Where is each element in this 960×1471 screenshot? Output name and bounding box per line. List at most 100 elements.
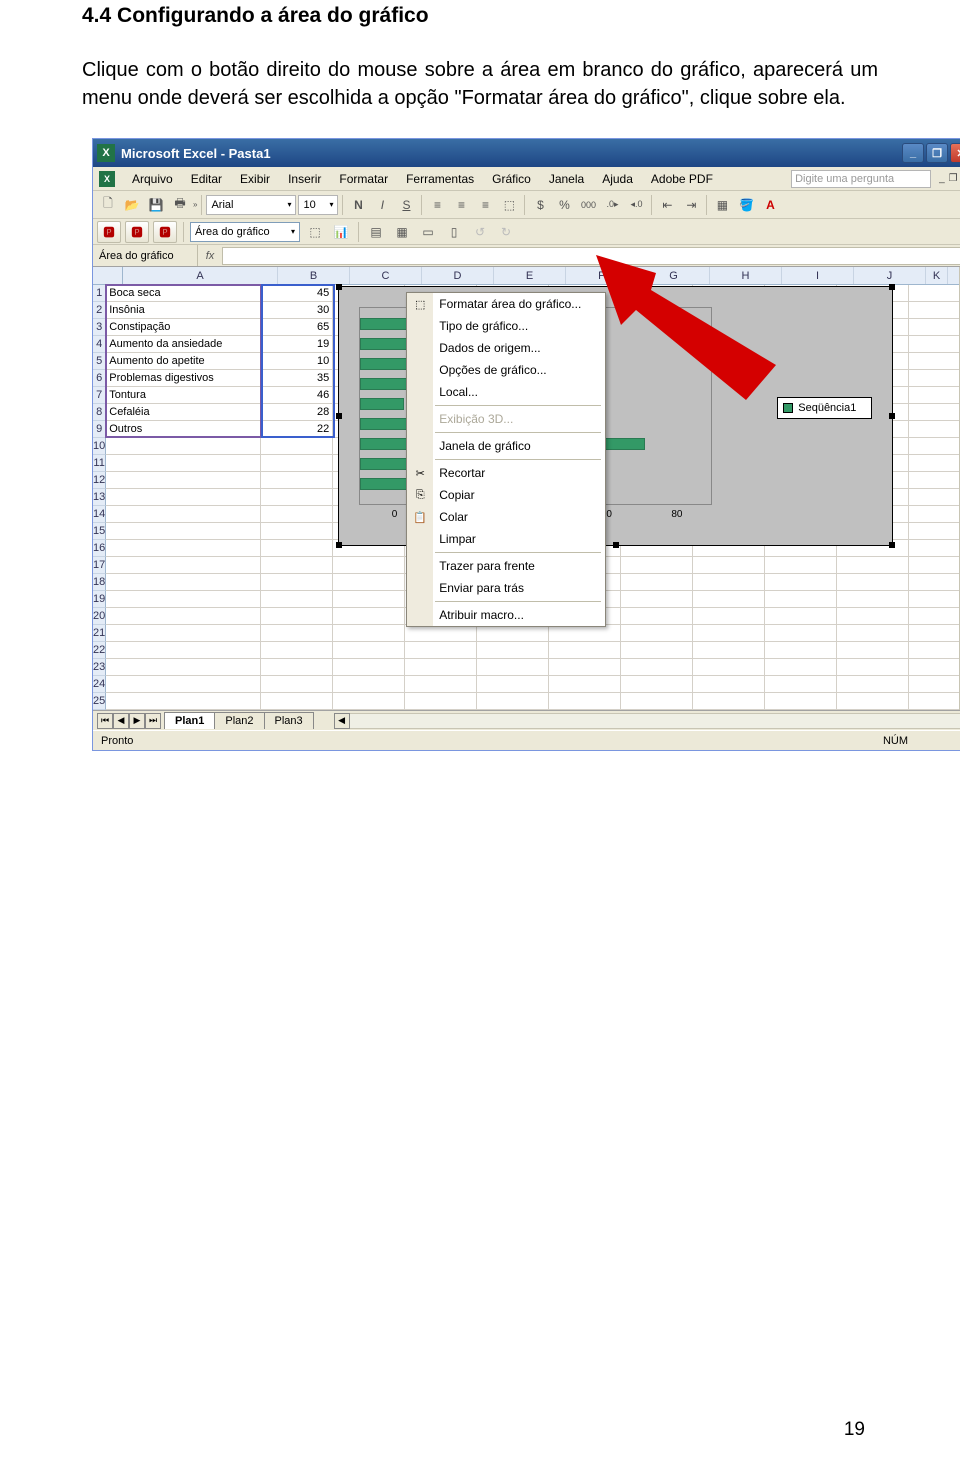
cell[interactable] — [765, 591, 837, 608]
cell[interactable] — [106, 659, 261, 676]
data-table-icon[interactable]: ▦ — [391, 221, 413, 243]
col-header-e[interactable]: E — [494, 267, 566, 284]
tab-nav-prev-icon[interactable]: ◀ — [113, 713, 129, 729]
cell[interactable] — [333, 676, 405, 693]
cell[interactable] — [909, 421, 960, 438]
col-header-g[interactable]: G — [638, 267, 710, 284]
cell[interactable] — [909, 336, 960, 353]
col-header-k[interactable]: K — [926, 267, 948, 284]
cell[interactable] — [765, 676, 837, 693]
menu-ferramentas[interactable]: Ferramentas — [397, 169, 483, 189]
row-header[interactable]: 3 — [93, 319, 106, 336]
cm-clear[interactable]: Limpar — [407, 528, 605, 550]
row-header[interactable]: 13 — [93, 489, 106, 506]
cell[interactable] — [549, 642, 621, 659]
cell[interactable] — [261, 438, 333, 455]
ask-question-box[interactable]: Digite uma pergunta — [791, 170, 931, 188]
font-name-select[interactable]: Arial▾ — [206, 195, 296, 215]
row-header[interactable]: 4 — [93, 336, 106, 353]
close-button[interactable]: ✕ — [950, 143, 960, 163]
minimize-button[interactable]: _ — [902, 143, 924, 163]
merge-icon[interactable]: ⬚ — [498, 194, 520, 216]
row-header[interactable]: 14 — [93, 506, 106, 523]
by-column-icon[interactable]: ▯ — [443, 221, 465, 243]
cell[interactable] — [549, 625, 621, 642]
cell[interactable]: 65 — [261, 319, 333, 336]
cell[interactable] — [909, 506, 960, 523]
cell[interactable] — [106, 455, 261, 472]
align-center-icon[interactable]: ≡ — [450, 194, 472, 216]
cell[interactable] — [693, 642, 765, 659]
cell[interactable] — [765, 693, 837, 710]
cell[interactable]: 30 — [261, 302, 333, 319]
cell[interactable] — [909, 387, 960, 404]
cell[interactable] — [909, 438, 960, 455]
cell[interactable] — [261, 591, 333, 608]
cell[interactable]: Problemas digestivos — [106, 370, 261, 387]
col-header-b[interactable]: B — [278, 267, 350, 284]
cell[interactable] — [549, 676, 621, 693]
cell[interactable] — [693, 693, 765, 710]
col-header-d[interactable]: D — [422, 267, 494, 284]
increase-decimal-icon[interactable]: .0▸ — [601, 194, 623, 216]
cm-location[interactable]: Local... — [407, 381, 605, 403]
cell[interactable] — [693, 574, 765, 591]
cell[interactable] — [765, 574, 837, 591]
cell[interactable] — [333, 642, 405, 659]
currency-icon[interactable]: $ — [529, 194, 551, 216]
menu-formatar[interactable]: Formatar — [330, 169, 397, 189]
col-header-j[interactable]: J — [854, 267, 926, 284]
cell[interactable] — [477, 659, 549, 676]
row-header[interactable]: 25 — [93, 693, 106, 710]
tab-nav-first-icon[interactable]: ⏮ — [97, 713, 113, 729]
row-header[interactable]: 16 — [93, 540, 106, 557]
sheet-tab-plan2[interactable]: Plan2 — [214, 712, 264, 729]
cm-chart-window[interactable]: Janela de gráfico — [407, 435, 605, 457]
cell[interactable] — [621, 676, 693, 693]
row-header[interactable]: 15 — [93, 523, 106, 540]
maximize-button[interactable]: ❐ — [926, 143, 948, 163]
cell[interactable] — [909, 557, 960, 574]
cm-bring-front[interactable]: Trazer para frente — [407, 555, 605, 577]
select-all-button[interactable] — [93, 267, 123, 284]
cell[interactable] — [837, 574, 909, 591]
cm-chart-type[interactable]: Tipo de gráfico... — [407, 315, 605, 337]
cell[interactable]: Aumento do apetite — [106, 353, 261, 370]
cell[interactable] — [693, 625, 765, 642]
open-icon[interactable]: 📂 — [121, 194, 143, 216]
cell[interactable] — [261, 693, 333, 710]
font-color-icon[interactable]: A — [759, 194, 781, 216]
cell[interactable] — [261, 540, 333, 557]
angle-cw-icon[interactable]: ↻ — [495, 221, 517, 243]
pdf-convert-icon[interactable]: 🅿 — [97, 221, 121, 243]
cell[interactable]: 45 — [261, 285, 333, 302]
cm-send-back[interactable]: Enviar para trás — [407, 577, 605, 599]
cell[interactable] — [333, 608, 405, 625]
row-header[interactable]: 8 — [93, 404, 106, 421]
italic-icon[interactable]: I — [371, 194, 393, 216]
cell[interactable] — [909, 642, 960, 659]
doc-restore-button[interactable]: ❐ — [949, 173, 958, 184]
cell[interactable] — [693, 676, 765, 693]
by-row-icon[interactable]: ▭ — [417, 221, 439, 243]
scroll-left-icon[interactable]: ◀ — [334, 713, 350, 729]
cell[interactable] — [621, 557, 693, 574]
row-header[interactable]: 24 — [93, 676, 106, 693]
cell[interactable] — [333, 591, 405, 608]
cell[interactable]: Boca seca — [106, 285, 261, 302]
new-icon[interactable]: 🗋 — [97, 194, 119, 216]
col-header-a[interactable]: A — [123, 267, 278, 284]
cell[interactable] — [693, 591, 765, 608]
increase-indent-icon[interactable]: ⇥ — [680, 194, 702, 216]
cell[interactable] — [333, 659, 405, 676]
cell[interactable] — [837, 591, 909, 608]
cell[interactable]: 19 — [261, 336, 333, 353]
cell[interactable] — [909, 319, 960, 336]
cell[interactable] — [106, 472, 261, 489]
decrease-indent-icon[interactable]: ⇤ — [656, 194, 678, 216]
col-header-i[interactable]: I — [782, 267, 854, 284]
cell[interactable] — [106, 489, 261, 506]
cell[interactable] — [909, 676, 960, 693]
cm-format-area[interactable]: ⬚Formatar área do gráfico... — [407, 293, 605, 315]
cell[interactable] — [837, 642, 909, 659]
